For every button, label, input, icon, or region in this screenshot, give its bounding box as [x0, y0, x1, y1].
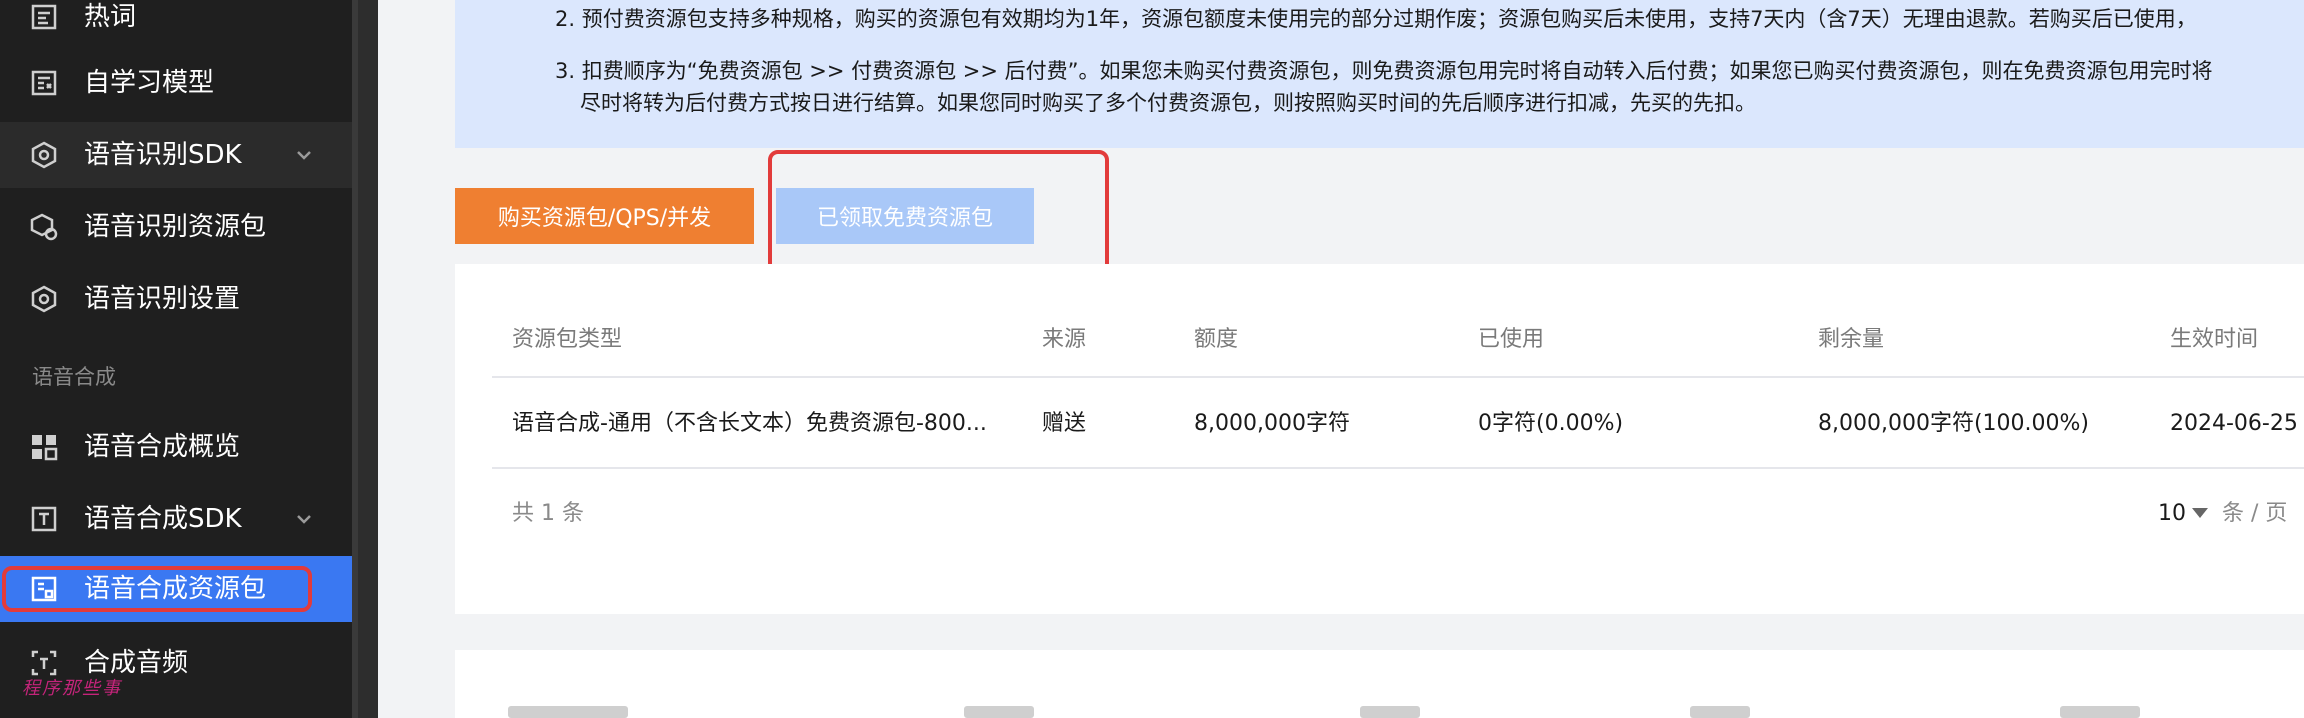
col-header-remaining: 剩余量	[1818, 327, 1885, 352]
total-count: 共 1 条	[512, 501, 584, 526]
notice-line-3-cont: 尽时将转为后付费方式按日进行结算。如果您同时购买了多个付费资源包，则按照购买时间…	[580, 91, 1756, 115]
hotword-icon	[31, 4, 57, 30]
sidebar-item-tts-overview[interactable]: 语音合成概览	[0, 414, 352, 480]
sidebar-item-label: 语音识别SDK	[84, 140, 242, 170]
col-header-source: 来源	[1042, 327, 1087, 352]
cut-off-text	[964, 706, 1034, 718]
highlight-outline	[2, 566, 312, 612]
chevron-down-icon[interactable]	[292, 143, 316, 167]
caret-down-icon[interactable]	[2192, 508, 2208, 518]
cell-quota: 8,000,000字符	[1194, 411, 1350, 436]
sidebar: 热词 自学习模型 语音识别SDK 语音识别资源包 语音识别设置 语音合成 语音合…	[0, 0, 352, 718]
cell-remaining: 8,000,000字符(100.00%)	[1818, 411, 2090, 436]
cell-used: 0字符(0.00%)	[1478, 411, 1624, 436]
package-icon	[30, 213, 58, 241]
sidebar-item-asr-sdk[interactable]: 语音识别SDK	[0, 122, 352, 188]
buy-package-button[interactable]: 购买资源包/QPS/并发	[455, 188, 754, 244]
page-size-unit: 条 / 页	[2222, 501, 2288, 526]
sidebar-item-label: 语音合成概览	[84, 432, 241, 462]
sidebar-item-tts-sdk[interactable]: 语音合成SDK	[0, 486, 352, 552]
page-size-select[interactable]: 10	[2158, 498, 2186, 530]
model-icon	[31, 70, 57, 96]
sidebar-item-label: 语音识别设置	[84, 284, 241, 314]
cut-off-text	[1690, 706, 1750, 718]
cut-off-text	[2060, 706, 2140, 718]
notice-line-2: 2. 预付费资源包支持多种规格，购买的资源包有效期均为1年，资源包额度未使用完的…	[555, 7, 2197, 31]
cut-off-text	[508, 706, 628, 718]
sidebar-item-asr-settings[interactable]: 语音识别设置	[0, 266, 352, 332]
watermark: 程序那些事	[22, 678, 122, 699]
col-header-quota: 额度	[1194, 327, 1239, 352]
sdk-icon	[31, 141, 57, 169]
notice-line-3: 3. 扣费顺序为“免费资源包 >> 付费资源包 >> 后付费”。如果您未购买付费…	[555, 59, 2213, 83]
sidebar-item-self-learning-model[interactable]: 自学习模型	[0, 50, 352, 116]
sidebar-item-label: 语音合成SDK	[84, 504, 242, 534]
divider	[492, 467, 2304, 469]
sidebar-item-asr-package[interactable]: 语音识别资源包	[0, 194, 352, 260]
cell-type: 语音合成-通用（不含长文本）免费资源包-800...	[512, 411, 987, 436]
sidebar-group-label: 语音合成	[32, 365, 116, 389]
cell-effective-time: 2024-06-25	[2170, 411, 2298, 436]
tts-sdk-icon	[31, 506, 57, 532]
cell-source: 赠送	[1042, 411, 1087, 436]
overview-icon	[32, 435, 58, 461]
sidebar-gutter	[358, 0, 378, 718]
settings-icon	[31, 285, 57, 313]
chevron-down-icon[interactable]	[292, 507, 316, 531]
cut-off-text	[1360, 706, 1420, 718]
audio-icon	[31, 650, 57, 676]
col-header-type: 资源包类型	[512, 327, 623, 352]
divider	[492, 376, 2304, 378]
col-header-effective-time: 生效时间	[2170, 327, 2259, 352]
sidebar-item-label: 自学习模型	[84, 68, 215, 98]
sidebar-item-label: 热词	[84, 2, 137, 32]
col-header-used: 已使用	[1478, 327, 1545, 352]
sidebar-item-label: 语音识别资源包	[84, 212, 267, 242]
sidebar-item-hotword[interactable]: 热词	[0, 0, 352, 50]
